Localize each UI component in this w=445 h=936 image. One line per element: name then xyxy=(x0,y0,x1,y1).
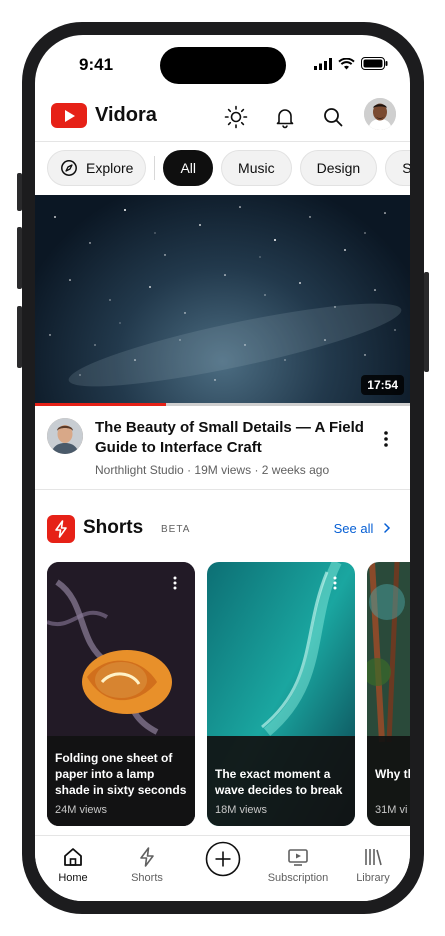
short-views: 24M views xyxy=(55,804,107,816)
tab-subscription[interactable]: Subscription xyxy=(260,846,336,884)
chip-explore-label: Explore xyxy=(86,160,134,176)
chevron-right-icon xyxy=(384,523,391,533)
bottom-tab-bar: Home Shorts Subscription Library xyxy=(35,835,410,901)
app-name: Vidora xyxy=(95,104,157,126)
screen: 9:41 Vidora Explore All Music Design Sc xyxy=(35,35,410,901)
channel-name[interactable]: Northlight Studio xyxy=(95,463,184,477)
shorts-title: Shorts xyxy=(83,517,144,538)
app-header: Vidora xyxy=(35,95,410,141)
watch-progress-fill xyxy=(35,403,167,406)
header-divider xyxy=(35,141,410,142)
tab-home-label: Home xyxy=(58,872,88,884)
view-count: 19M views xyxy=(194,463,252,477)
subscriptions-icon xyxy=(288,849,308,866)
chip-explore[interactable]: Explore xyxy=(47,150,147,186)
bolt-icon xyxy=(140,847,154,867)
section-divider xyxy=(35,489,410,490)
sun-icon[interactable] xyxy=(224,105,248,129)
tab-subscription-label: Subscription xyxy=(267,872,329,884)
short-title: Folding one sheet of paper into a lamp s… xyxy=(55,751,187,797)
video-subtitle: Northlight Studio · 19M views · 2 weeks … xyxy=(95,463,330,477)
create-plus-icon[interactable] xyxy=(205,841,241,877)
compass-icon xyxy=(61,160,77,176)
filter-chips: Explore All Music Design Sc xyxy=(47,150,410,186)
see-all-label: See all xyxy=(333,521,374,536)
short-views: 18M views xyxy=(215,804,267,816)
short-title: Why th green xyxy=(375,767,410,781)
battery-icon xyxy=(361,57,388,70)
search-icon[interactable] xyxy=(321,105,345,129)
tab-library[interactable]: Library xyxy=(335,846,410,884)
volume-up-button xyxy=(17,227,22,289)
short-more-icon[interactable] xyxy=(173,576,177,590)
chip-design[interactable]: Design xyxy=(299,150,378,186)
tab-home[interactable]: Home xyxy=(35,846,111,884)
starfield-image xyxy=(49,206,402,387)
chip-music[interactable]: Music xyxy=(221,150,292,186)
short-card[interactable]: Folding one sheet of paper into a lamp s… xyxy=(47,562,195,826)
volume-down-button xyxy=(17,306,22,368)
short-card[interactable]: The exact moment a wave decides to break… xyxy=(207,562,355,826)
mute-switch xyxy=(17,173,22,211)
shorts-bolt-icon xyxy=(47,515,75,543)
tab-shorts[interactable]: Shorts xyxy=(109,846,185,884)
home-icon xyxy=(64,848,82,866)
more-options-icon[interactable] xyxy=(383,430,389,448)
app-logo[interactable]: Vidora xyxy=(51,103,157,128)
shorts-header: Shorts BETA See all xyxy=(47,515,399,545)
short-views: 31M vi xyxy=(375,804,408,816)
power-button xyxy=(424,272,429,372)
upload-age: 2 weeks ago xyxy=(261,463,330,477)
hero-video-thumbnail[interactable]: 17:54 xyxy=(35,195,410,403)
chip-all[interactable]: All xyxy=(163,150,214,186)
video-duration: 17:54 xyxy=(361,375,404,395)
play-logo-icon xyxy=(51,103,87,128)
tab-library-label: Library xyxy=(356,872,390,884)
cellular-signal-icon xyxy=(314,57,332,70)
short-more-icon[interactable] xyxy=(333,576,337,590)
bell-icon[interactable] xyxy=(273,105,297,129)
see-all-link[interactable]: See all xyxy=(334,521,391,536)
beta-badge: BETA xyxy=(161,524,191,535)
chip-partial[interactable]: Sc xyxy=(385,150,410,186)
tab-shorts-label: Shorts xyxy=(131,872,163,884)
wifi-icon xyxy=(338,57,355,69)
chip-separator xyxy=(154,156,156,180)
library-icon xyxy=(365,849,382,866)
channel-avatar[interactable] xyxy=(47,418,83,454)
watch-progress-bar xyxy=(35,403,410,406)
dynamic-island xyxy=(160,47,286,84)
status-icons xyxy=(314,57,388,70)
short-card[interactable]: Why th green 31M vi xyxy=(367,562,410,826)
user-avatar[interactable] xyxy=(364,98,396,130)
short-title: The exact moment a wave decides to break xyxy=(215,767,343,797)
video-title[interactable]: The Beauty of Small Details — A Field Gu… xyxy=(95,418,365,458)
status-time: 9:41 xyxy=(79,55,114,74)
